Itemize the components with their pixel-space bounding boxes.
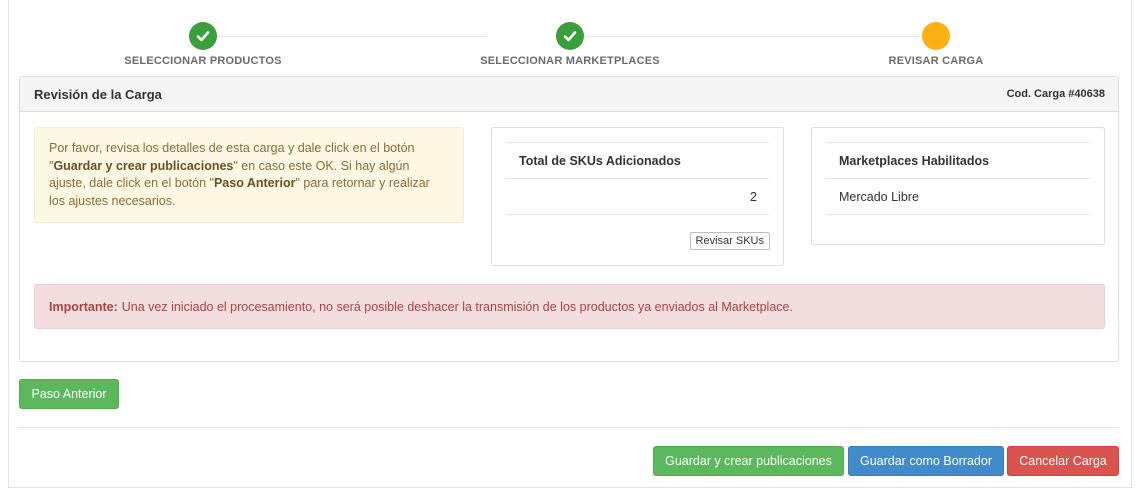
panel-heading: Revisión de la Carga Cod. Carga #40638 (20, 77, 1118, 112)
review-skus-button[interactable]: Revisar SKUs (689, 232, 770, 250)
review-panel: Revisión de la Carga Cod. Carga #40638 P… (19, 76, 1119, 362)
divider (19, 427, 1119, 428)
marketplaces-card-header: Marketplaces Habilitados (826, 142, 1090, 179)
previous-step-button[interactable]: Paso Anterior (19, 379, 119, 409)
marketplaces-card: Marketplaces Habilitados Mercado Libre (811, 127, 1105, 245)
info-bold-save: Guardar y crear publicaciones (53, 158, 234, 173)
step-label: SELECCIONAR MARKETPLACES (480, 55, 660, 67)
panel-title: Revisión de la Carga (34, 86, 162, 102)
info-bold-previous: Paso Anterior (213, 176, 296, 190)
check-icon (556, 22, 584, 50)
skus-card: Total de SKUs Adicionados 2 Revisar SKUs (491, 127, 784, 266)
alert-text: Una vez iniciado el procesamiento, no se… (121, 299, 793, 314)
skus-count: 2 (506, 179, 769, 215)
step-revisar-carga[interactable]: REVISAR CARGA (806, 22, 1066, 67)
marketplace-item: Mercado Libre (826, 179, 1090, 215)
skus-card-header: Total de SKUs Adicionados (506, 142, 769, 179)
progress-stepper: SELECCIONAR PRODUCTOS SELECCIONAR MARKET… (0, 0, 1141, 76)
current-step-circle-icon (922, 22, 950, 50)
alert-strong: Importante: (49, 299, 118, 314)
save-and-create-button[interactable]: Guardar y crear publicaciones (653, 446, 844, 476)
save-draft-button[interactable]: Guardar como Borrador (848, 446, 1004, 476)
step-seleccionar-productos[interactable]: SELECCIONAR PRODUCTOS (73, 22, 333, 67)
step-label: REVISAR CARGA (888, 55, 984, 67)
important-alert: Importante: Una vez iniciado el procesam… (34, 284, 1105, 329)
step-label: SELECCIONAR PRODUCTOS (124, 55, 282, 67)
step-seleccionar-marketplaces[interactable]: SELECCIONAR MARKETPLACES (440, 22, 700, 67)
instructions-alert: Por favor, revisa los detalles de esta c… (34, 127, 464, 223)
check-icon (189, 22, 217, 50)
load-code: Cod. Carga #40638 (1006, 88, 1105, 100)
cancel-load-button[interactable]: Cancelar Carga (1007, 446, 1119, 476)
